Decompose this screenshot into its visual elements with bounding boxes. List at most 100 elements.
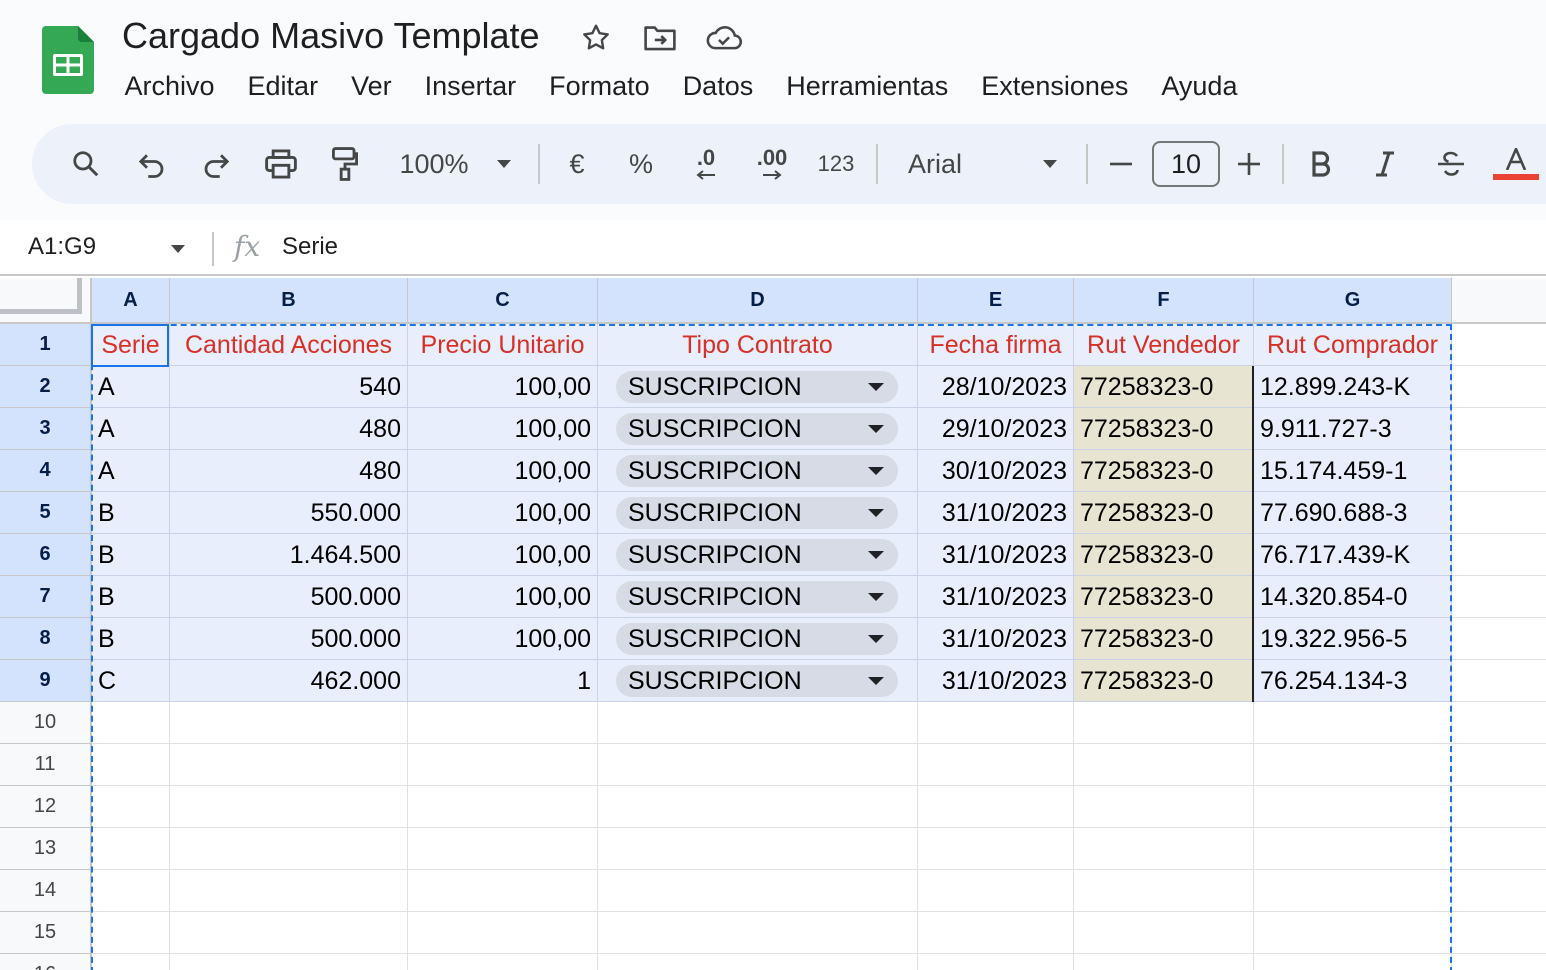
cell-f9[interactable]: 77258323-0 xyxy=(1074,660,1254,702)
cell-c2[interactable]: 100,00 xyxy=(408,366,598,408)
decrease-font-size-icon[interactable] xyxy=(1108,144,1134,184)
dropdown-chip[interactable]: SUSCRIPCION xyxy=(616,497,898,529)
dropdown-chip[interactable]: SUSCRIPCION xyxy=(616,581,898,613)
italic-icon[interactable] xyxy=(1372,144,1398,184)
cell-f12[interactable] xyxy=(1074,786,1254,828)
cell-h9[interactable] xyxy=(1452,660,1546,702)
cell-a5[interactable]: B xyxy=(92,492,170,534)
menu-extensiones[interactable]: Extensiones xyxy=(965,64,1145,108)
cell-g11[interactable] xyxy=(1254,744,1452,786)
cell-e11[interactable] xyxy=(918,744,1074,786)
dropdown-chip[interactable]: SUSCRIPCION xyxy=(616,455,898,487)
cell-d14[interactable] xyxy=(598,870,918,912)
dropdown-chip[interactable]: SUSCRIPCION xyxy=(616,539,898,571)
column-header-b[interactable]: B xyxy=(170,278,408,324)
dropdown-arrow-icon[interactable] xyxy=(868,509,884,517)
menu-ayuda[interactable]: Ayuda xyxy=(1145,64,1254,108)
row-header-9[interactable]: 9 xyxy=(0,660,92,702)
zoom-dropdown-icon[interactable] xyxy=(494,144,514,184)
cell-g16[interactable] xyxy=(1254,954,1452,970)
row-header-13[interactable]: 13 xyxy=(0,828,92,870)
name-box[interactable]: A1:G9 xyxy=(28,230,96,264)
dropdown-chip[interactable]: SUSCRIPCION xyxy=(616,413,898,445)
cell-h8[interactable] xyxy=(1452,618,1546,660)
cell-f14[interactable] xyxy=(1074,870,1254,912)
formula-input[interactable]: Serie xyxy=(282,230,338,264)
cell-a4[interactable]: A xyxy=(92,450,170,492)
column-header-f[interactable]: F xyxy=(1074,278,1254,324)
cell-b1[interactable]: Cantidad Acciones xyxy=(170,324,408,366)
row-header-14[interactable]: 14 xyxy=(0,870,92,912)
cell-d4[interactable]: SUSCRIPCION xyxy=(598,450,918,492)
cell-a16[interactable] xyxy=(92,954,170,970)
dropdown-chip[interactable]: SUSCRIPCION xyxy=(616,665,898,697)
menu-formato[interactable]: Formato xyxy=(533,64,667,108)
cell-b8[interactable]: 500.000 xyxy=(170,618,408,660)
menu-datos[interactable]: Datos xyxy=(666,64,770,108)
cell-c9[interactable]: 1 xyxy=(408,660,598,702)
cell-f10[interactable] xyxy=(1074,702,1254,744)
menu-archivo[interactable]: Archivo xyxy=(108,64,231,108)
cell-d15[interactable] xyxy=(598,912,918,954)
cell-d6[interactable]: SUSCRIPCION xyxy=(598,534,918,576)
cell-b14[interactable] xyxy=(170,870,408,912)
cell-c16[interactable] xyxy=(408,954,598,970)
decrease-decimals-button[interactable]: .0 xyxy=(686,144,726,184)
cell-d13[interactable] xyxy=(598,828,918,870)
cell-b13[interactable] xyxy=(170,828,408,870)
cell-c5[interactable]: 100,00 xyxy=(408,492,598,534)
column-header-d[interactable]: D xyxy=(598,278,918,324)
row-header-1[interactable]: 1 xyxy=(0,324,92,366)
increase-font-size-icon[interactable] xyxy=(1236,144,1262,184)
cell-g15[interactable] xyxy=(1254,912,1452,954)
zoom-select[interactable]: 100% xyxy=(394,144,474,184)
cell-h4[interactable] xyxy=(1452,450,1546,492)
cell-b4[interactable]: 480 xyxy=(170,450,408,492)
cell-c14[interactable] xyxy=(408,870,598,912)
cell-g4[interactable]: 15.174.459-1 xyxy=(1254,450,1452,492)
dropdown-arrow-icon[interactable] xyxy=(868,467,884,475)
dropdown-chip[interactable]: SUSCRIPCION xyxy=(616,371,898,403)
cell-f7[interactable]: 77258323-0 xyxy=(1074,576,1254,618)
row-header-2[interactable]: 2 xyxy=(0,366,92,408)
cell-c8[interactable]: 100,00 xyxy=(408,618,598,660)
cell-e3[interactable]: 29/10/2023 xyxy=(918,408,1074,450)
cell-a6[interactable]: B xyxy=(92,534,170,576)
dropdown-arrow-icon[interactable] xyxy=(868,425,884,433)
dropdown-arrow-icon[interactable] xyxy=(868,635,884,643)
font-family-select[interactable]: Arial xyxy=(908,144,968,184)
cell-d11[interactable] xyxy=(598,744,918,786)
cell-b10[interactable] xyxy=(170,702,408,744)
cell-c10[interactable] xyxy=(408,702,598,744)
cell-e13[interactable] xyxy=(918,828,1074,870)
cell-d8[interactable]: SUSCRIPCION xyxy=(598,618,918,660)
dropdown-arrow-icon[interactable] xyxy=(868,677,884,685)
cell-a14[interactable] xyxy=(92,870,170,912)
cell-a2[interactable]: A xyxy=(92,366,170,408)
menu-herramientas[interactable]: Herramientas xyxy=(770,64,965,108)
cell-a7[interactable]: B xyxy=(92,576,170,618)
cell-g2[interactable]: 12.899.243-K xyxy=(1254,366,1452,408)
sheets-logo-icon[interactable] xyxy=(42,26,94,94)
cell-e1[interactable]: Fecha firma xyxy=(918,324,1074,366)
cell-a12[interactable] xyxy=(92,786,170,828)
cell-d1[interactable]: Tipo Contrato xyxy=(598,324,918,366)
cell-h15[interactable] xyxy=(1452,912,1546,954)
cell-a13[interactable] xyxy=(92,828,170,870)
cell-c15[interactable] xyxy=(408,912,598,954)
cell-e12[interactable] xyxy=(918,786,1074,828)
cell-g5[interactable]: 77.690.688-3 xyxy=(1254,492,1452,534)
cell-h6[interactable] xyxy=(1452,534,1546,576)
row-header-8[interactable]: 8 xyxy=(0,618,92,660)
cell-c1[interactable]: Precio Unitario xyxy=(408,324,598,366)
cell-f3[interactable]: 77258323-0 xyxy=(1074,408,1254,450)
cell-f2[interactable]: 77258323-0 xyxy=(1074,366,1254,408)
row-header-3[interactable]: 3 xyxy=(0,408,92,450)
cell-a1[interactable]: Serie xyxy=(92,324,170,366)
cell-e4[interactable]: 30/10/2023 xyxy=(918,450,1074,492)
cell-b15[interactable] xyxy=(170,912,408,954)
spreadsheet-grid[interactable]: A B C D E F G 1 Serie Cantidad Acciones Precio Uni… xyxy=(0,278,1546,970)
cell-c11[interactable] xyxy=(408,744,598,786)
cell-d2[interactable]: SUSCRIPCION xyxy=(598,366,918,408)
cell-h12[interactable] xyxy=(1452,786,1546,828)
